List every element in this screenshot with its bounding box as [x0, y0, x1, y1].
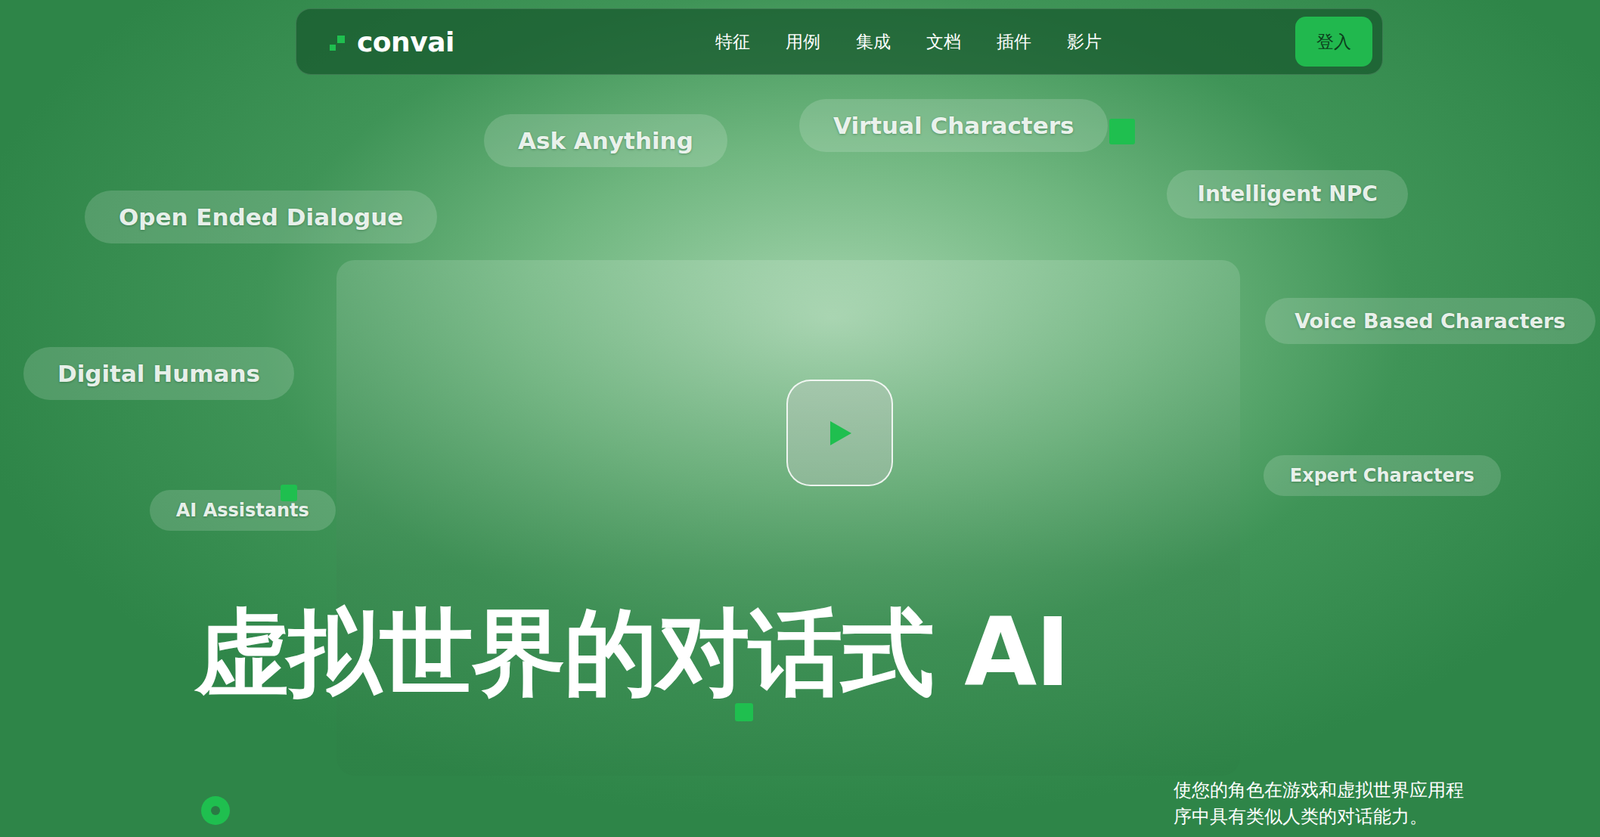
logo-mark-icon	[329, 32, 351, 51]
scroll-indicator	[201, 796, 230, 825]
nav-link[interactable]: 集成	[855, 30, 891, 54]
logo[interactable]: convai	[329, 26, 455, 58]
landing-page: convai 特征 用例 集成 文档 插件 影片 登入 Ask Anything Virtual …	[0, 0, 1600, 837]
feature-tag: Open Ended Dialogue	[84, 190, 438, 244]
decor-square	[280, 484, 298, 502]
play-button[interactable]	[786, 379, 894, 487]
scroll-dot	[210, 806, 221, 816]
feature-tag: Expert Characters	[1263, 455, 1501, 497]
nav-link[interactable]: 用例	[785, 30, 821, 54]
play-icon	[827, 419, 853, 447]
logo-text: convai	[356, 26, 455, 58]
decor-square	[1109, 118, 1135, 145]
feature-tag: Ask Anything	[483, 114, 728, 168]
hero-title: 虚拟世界的对话式 AI	[195, 601, 1069, 704]
login-button[interactable]: 登入	[1295, 16, 1373, 67]
nav-bar: convai 特征 用例 集成 文档 插件 影片 登入	[295, 8, 1383, 75]
feature-tag: Virtual Characters	[799, 99, 1108, 152]
feature-tag: AI Assistants	[149, 489, 336, 531]
hero-subtitle: 使您的角色在游戏和虚拟世界应用程序中具有类似人类的对话能力。	[1173, 777, 1473, 831]
nav-links: 特征 用例 集成 文档 插件 影片	[454, 30, 1296, 54]
nav-link[interactable]: 插件	[996, 30, 1032, 54]
feature-tag: Intelligent NPC	[1166, 170, 1408, 219]
nav-link[interactable]: 影片	[1066, 30, 1102, 54]
decor-square	[734, 703, 754, 722]
feature-tag: Voice Based Characters	[1265, 297, 1596, 345]
nav-link[interactable]: 特征	[715, 30, 751, 54]
feature-tag: Digital Humans	[23, 347, 295, 400]
nav-link[interactable]: 文档	[926, 30, 962, 54]
